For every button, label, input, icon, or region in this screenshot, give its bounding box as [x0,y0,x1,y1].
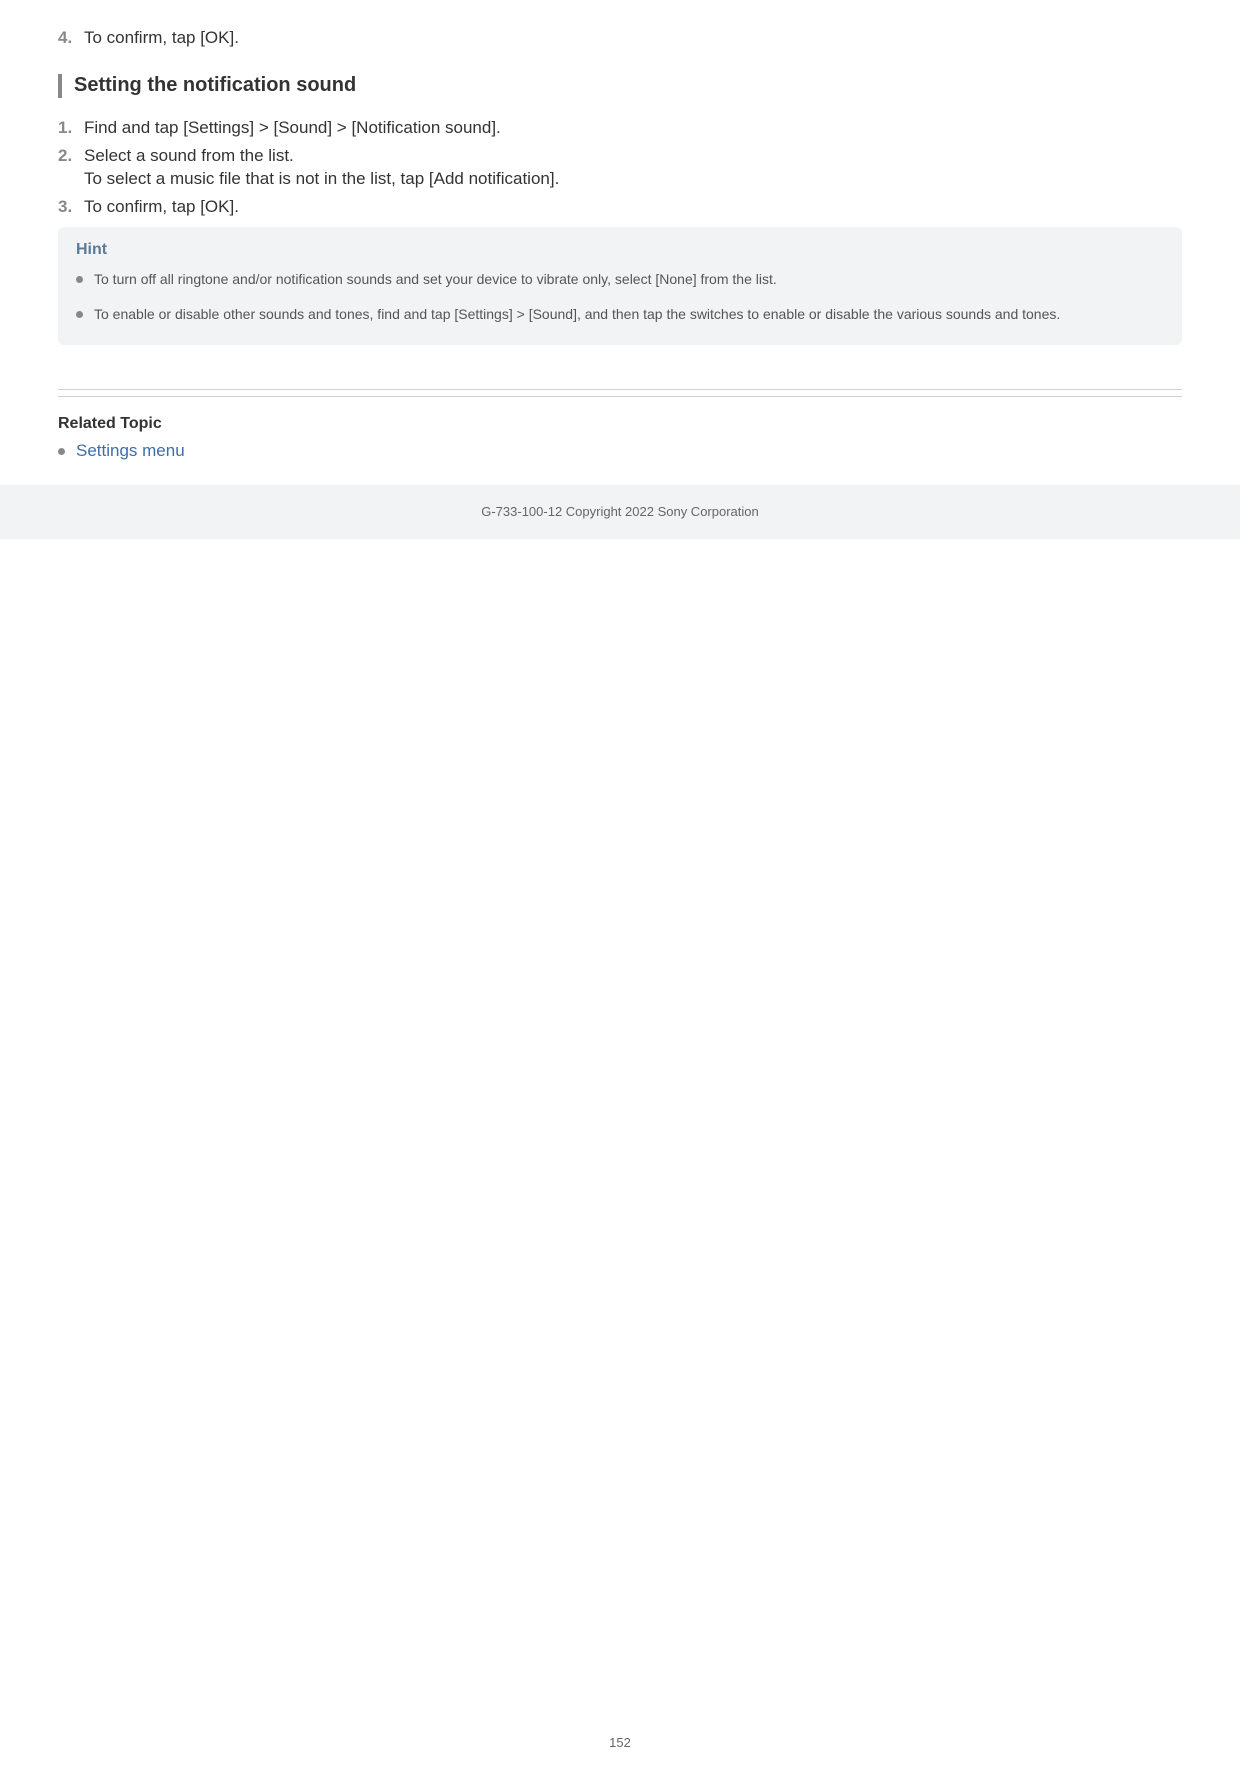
step-number: 1. [58,118,84,138]
step-text: To confirm, tap [OK]. [84,195,239,219]
footer-bar: G-733-100-12 Copyright 2022 Sony Corpora… [0,485,1240,539]
step-3: 3. To confirm, tap [OK]. [58,195,1182,219]
section-heading: Setting the notification sound [58,74,1182,98]
related-topic-title: Related Topic [58,415,1182,433]
heading-text: Setting the notification sound [74,74,356,97]
related-item: Settings menu [58,441,1182,461]
step-number: 4. [58,28,84,48]
step-text: Find and tap [Settings] > [Sound] > [Not… [84,116,501,140]
divider [58,396,1182,397]
hint-item: To enable or disable other sounds and to… [76,304,1164,325]
step-number: 3. [58,197,84,217]
settings-menu-link[interactable]: Settings menu [76,441,185,460]
hint-list: To turn off all ringtone and/or notifica… [76,269,1164,325]
step-text: To confirm, tap [OK]. [84,26,239,50]
step-2: 2. Select a sound from the list. To sele… [58,144,1182,192]
copyright-text: G-733-100-12 Copyright 2022 Sony Corpora… [481,504,759,519]
step-1: 1. Find and tap [Settings] > [Sound] > [… [58,116,1182,140]
page-number: 152 [0,1735,1240,1750]
heading-bar [58,74,62,98]
step-text: Select a sound from the list. [84,144,294,168]
divider [58,389,1182,390]
hint-item: To turn off all ringtone and/or notifica… [76,269,1164,290]
hint-box: Hint To turn off all ringtone and/or not… [58,227,1182,345]
step-4: 4. To confirm, tap [OK]. [58,26,1182,50]
step-subtext: To select a music file that is not in th… [84,167,1182,191]
hint-title: Hint [76,241,1164,259]
step-number: 2. [58,146,84,166]
document-page: 4. To confirm, tap [OK]. Setting the not… [0,26,1240,461]
related-list: Settings menu [58,441,1182,461]
